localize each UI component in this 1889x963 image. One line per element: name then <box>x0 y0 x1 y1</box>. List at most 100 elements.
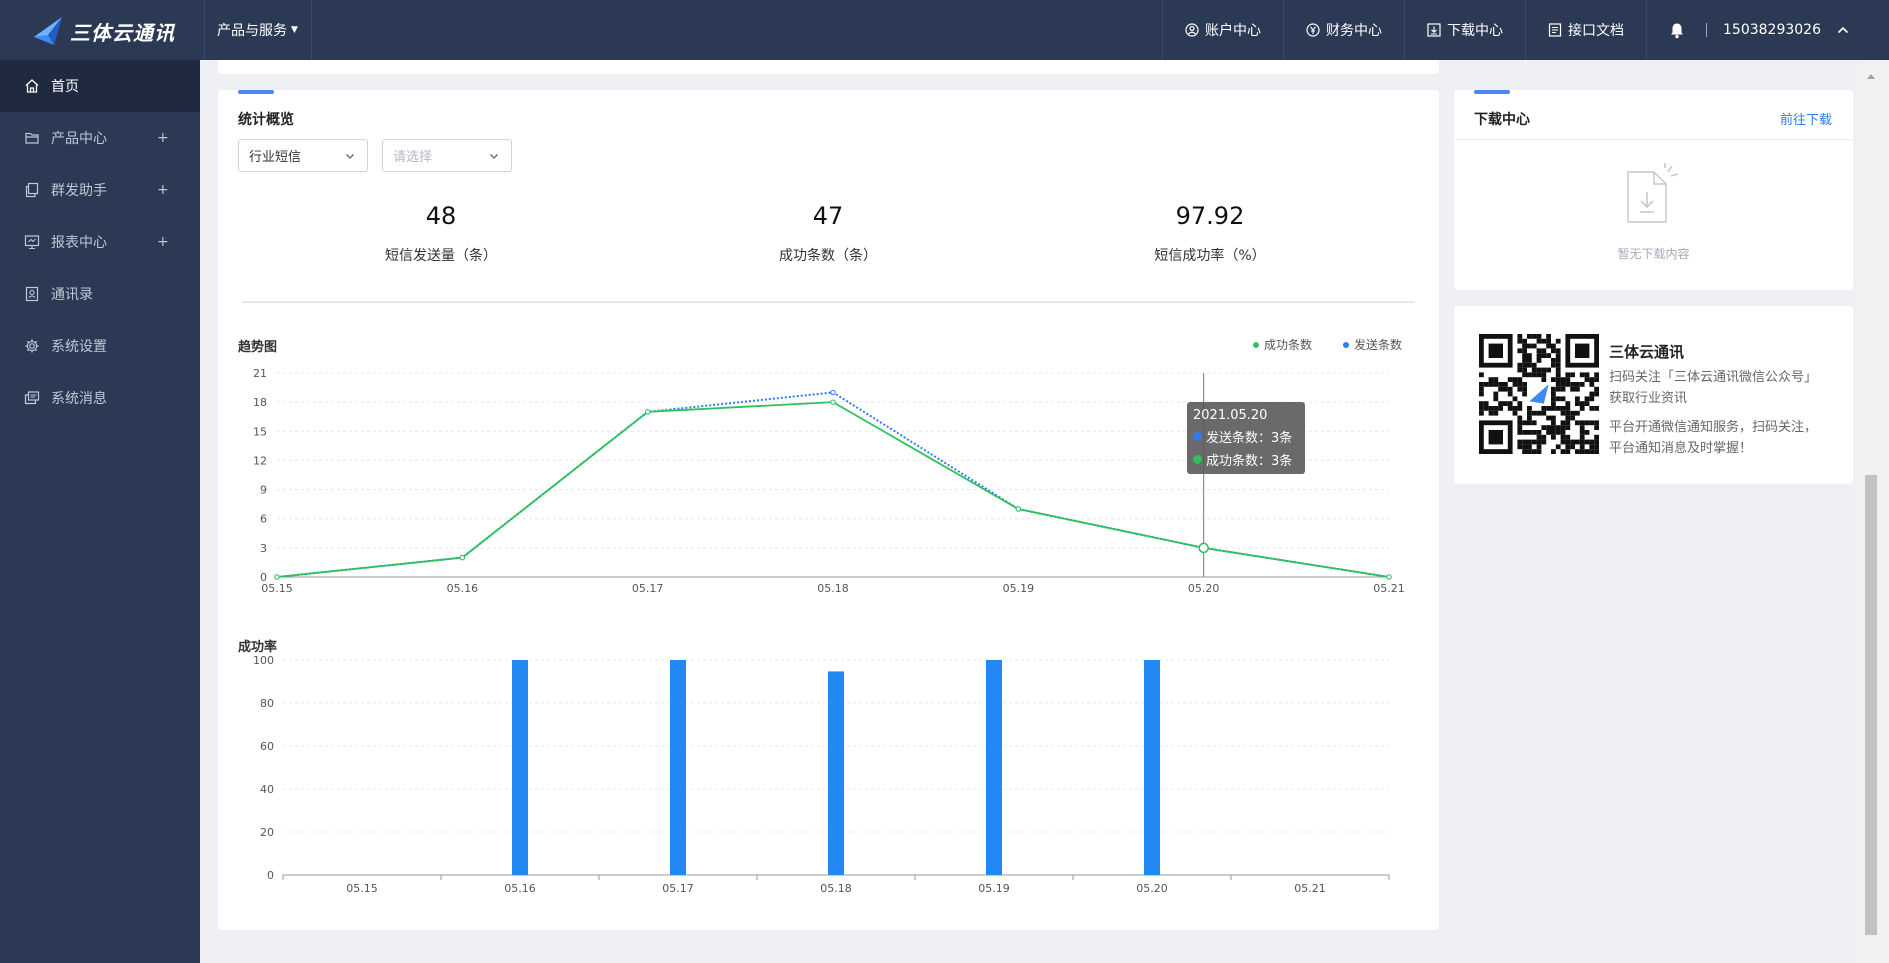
legend-label: 成功条数 <box>1264 338 1313 352</box>
qr-module <box>1551 430 1556 435</box>
qr-module <box>1483 406 1489 411</box>
qr-module <box>1579 444 1585 450</box>
stat-success: 47 成功条数（条） <box>708 202 948 265</box>
qr-module <box>1527 420 1532 426</box>
x-tick-label: 05.19 <box>1003 582 1034 595</box>
qr-module <box>1527 449 1532 454</box>
sidebar-item-products[interactable]: 产品中心 + <box>0 112 200 164</box>
top-strip-card <box>218 60 1439 74</box>
qr-module <box>1565 406 1571 411</box>
qr-finder <box>1488 343 1503 358</box>
rate-bar-chart[interactable]: 0 20 40 60 80 100 05.15 05.16 05.17 05.18 05.19 05.… <box>218 650 1439 900</box>
qr-module <box>1565 372 1571 378</box>
qr-module <box>1541 348 1547 354</box>
qr-module <box>1551 401 1556 406</box>
wechat-line-2: 获取行业资讯 <box>1609 391 1688 406</box>
qr-module <box>1560 420 1566 426</box>
qr-module <box>1546 367 1551 373</box>
expand-icon[interactable]: + <box>157 130 169 146</box>
sidebar-item-home[interactable]: 首页 <box>0 60 200 112</box>
qr-module <box>1565 439 1571 445</box>
sidebar-item-label: 报表中心 <box>51 235 107 251</box>
qr-module <box>1584 372 1590 378</box>
qr-module <box>1498 382 1503 387</box>
qr-module <box>1517 386 1523 392</box>
trend-line-chart[interactable]: 03691215182105.15 05.16 05.17 05.18 05.19 05.… <box>218 355 1439 605</box>
home-icon <box>25 79 39 93</box>
qr-module <box>1527 358 1532 363</box>
qr-module <box>1507 406 1513 411</box>
qr-module <box>1555 406 1561 411</box>
qr-module <box>1584 377 1590 382</box>
x-tick-label: 05.15 <box>261 582 293 595</box>
qr-module <box>1541 372 1547 378</box>
x-tick-label: 05.16 <box>504 882 536 895</box>
divider <box>311 0 312 60</box>
sms-type-select[interactable]: 行业短信 <box>238 139 368 172</box>
go-download-link[interactable]: 前往下载 <box>1780 109 1832 128</box>
y-tick-label: 60 <box>260 740 274 753</box>
download-center-link[interactable]: 下载中心 <box>1404 0 1525 60</box>
sub-type-select[interactable]: 请选择 <box>382 139 512 172</box>
legend-success[interactable]: 成功条数 <box>1253 336 1312 353</box>
user-phone[interactable]: 15038293026 <box>1723 22 1821 38</box>
qr-module <box>1479 406 1484 411</box>
qr-module <box>1546 343 1551 349</box>
chevron-up-icon[interactable] <box>1837 24 1849 36</box>
qr-module <box>1522 449 1527 454</box>
api-docs-link[interactable]: 接口文档 <box>1525 0 1646 60</box>
qr-module <box>1555 367 1561 373</box>
qr-module <box>1555 430 1561 435</box>
sidebar-item-messages[interactable]: 系统消息 <box>0 372 200 424</box>
qr-module <box>1527 343 1532 349</box>
qr-module <box>1512 410 1518 416</box>
brand-logo[interactable]: 三体云通讯 <box>32 15 175 47</box>
expand-icon[interactable]: + <box>157 234 169 250</box>
api-docs-label: 接口文档 <box>1568 23 1625 39</box>
qr-module <box>1541 377 1547 382</box>
scrollbar-thumb[interactable] <box>1865 475 1877 935</box>
qr-module <box>1546 353 1551 358</box>
chart-tooltip: 2021.05.20 发送条数：3条 成功条数：3条 <box>1187 402 1305 474</box>
qr-module <box>1546 415 1551 421</box>
qr-module <box>1541 410 1547 416</box>
sidebar-item-reports[interactable]: 报表中心 + <box>0 216 200 268</box>
qr-module <box>1522 372 1527 378</box>
expand-icon[interactable]: + <box>157 182 169 198</box>
qr-module <box>1517 382 1523 387</box>
qr-module <box>1565 425 1571 430</box>
qr-module <box>1498 401 1503 406</box>
qr-module <box>1536 367 1542 373</box>
qr-module <box>1536 449 1542 454</box>
sidebar-item-label: 群发助手 <box>51 183 107 199</box>
qr-module <box>1555 338 1561 344</box>
products-services-menu[interactable]: 产品与服务 ▼ <box>205 0 310 60</box>
x-tick-label: 05.16 <box>447 582 479 595</box>
empty-download-icon <box>1627 163 1679 223</box>
qr-module <box>1522 391 1527 397</box>
wechat-qr-code <box>1479 334 1599 454</box>
qr-module <box>1551 425 1556 430</box>
qr-module <box>1560 439 1566 445</box>
qr-module <box>1584 401 1590 406</box>
qr-module <box>1594 434 1599 440</box>
sidebar-item-contacts[interactable]: 通讯录 <box>0 268 200 320</box>
qr-module <box>1517 415 1523 421</box>
qr-module <box>1575 420 1580 426</box>
qr-module <box>1536 410 1542 416</box>
qr-module <box>1493 382 1499 387</box>
qr-module <box>1555 372 1561 378</box>
sidebar-item-settings[interactable]: 系统设置 <box>0 320 200 372</box>
scroll-up-arrow-icon[interactable] <box>1866 72 1876 80</box>
y-tick-label: 0 <box>267 869 274 882</box>
account-center-link[interactable]: 账户中心 <box>1162 0 1283 60</box>
qr-module <box>1522 362 1527 368</box>
notification-bell[interactable] <box>1646 0 1706 60</box>
qr-module <box>1570 439 1575 445</box>
sidebar-item-bulk-send[interactable]: 群发助手 + <box>0 164 200 216</box>
qr-module <box>1527 353 1532 358</box>
finance-center-link[interactable]: 财务中心 <box>1283 0 1404 60</box>
legend-sent[interactable]: 发送条数 <box>1343 336 1402 353</box>
qr-module <box>1531 430 1537 435</box>
overview-title: 统计概览 <box>238 112 294 128</box>
